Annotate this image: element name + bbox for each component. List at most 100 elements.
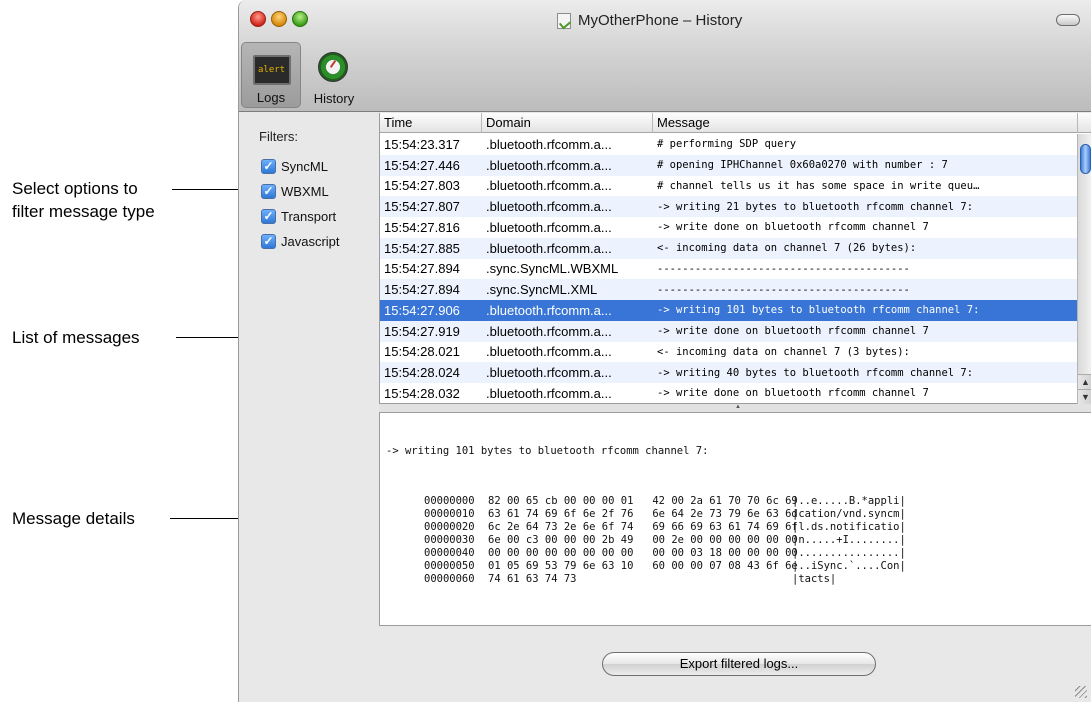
domain-cell: .bluetooth.rfcomm.a...: [486, 323, 612, 339]
history-icon: [318, 52, 348, 82]
hex-offset: 00000030: [424, 534, 475, 546]
scrollbar-thumb[interactable]: [1080, 144, 1091, 174]
hex-line: 00000030 6e 00 c3 00 00 00 2b 49 00 2e 00…: [386, 534, 1091, 547]
filter-wbxml[interactable]: ✓ WBXML: [261, 184, 329, 199]
hex-offset: 00000060: [424, 573, 475, 585]
domain-cell: .bluetooth.rfcomm.a...: [486, 136, 612, 152]
filter-transport-label: Transport: [281, 209, 337, 224]
time-cell: 15:54:27.803: [384, 178, 460, 194]
table-row[interactable]: 15:54:28.024 .bluetooth.rfcomm.a... -> wri…: [380, 362, 1078, 383]
callout-filters: Select options to filter message type: [12, 177, 155, 223]
domain-cell: .sync.SyncML.XML: [486, 282, 598, 298]
table-row[interactable]: 15:54:27.919 .bluetooth.rfcomm.a... -> wri…: [380, 320, 1078, 342]
column-message[interactable]: Message: [653, 113, 1078, 133]
filter-transport[interactable]: ✓ Transport: [261, 209, 336, 224]
hex-bytes: 6e 00 c3 00 00 00 2b 49 00 2e 00 00 00 0…: [488, 534, 798, 546]
callout-filters-line2: filter message type: [12, 202, 155, 221]
hex-ascii: |l.ds.notificatio|: [792, 521, 906, 533]
checkbox-javascript[interactable]: ✓: [261, 234, 276, 249]
hex-offset: 00000010: [424, 508, 475, 520]
time-cell: 15:54:23.317: [384, 136, 460, 152]
domain-cell: .bluetooth.rfcomm.a...: [486, 365, 612, 381]
hex-bytes: 01 05 69 53 79 6e 63 10 60 00 00 07 08 4…: [488, 560, 798, 572]
hex-line: 00000050 01 05 69 53 79 6e 63 10 60 00 00…: [386, 560, 1091, 573]
time-cell: 15:54:27.894: [384, 261, 460, 277]
toolbar-logs-button[interactable]: alert Logs: [241, 42, 301, 108]
hex-offset: 00000050: [424, 560, 475, 572]
filter-javascript[interactable]: ✓ Javascript: [261, 234, 340, 249]
message-cell: ----------------------------------------: [657, 283, 910, 296]
message-cell: -> writing 40 bytes to bluetooth rfcomm …: [657, 366, 974, 379]
table-row[interactable]: 15:54:27.803 .bluetooth.rfcomm.a... # chan…: [380, 176, 1078, 197]
time-cell: 15:54:28.021: [384, 344, 460, 360]
time-cell: 15:54:27.919: [384, 323, 460, 339]
time-cell: 15:54:27.906: [384, 302, 460, 318]
filter-syncml-label: SyncML: [281, 159, 328, 174]
message-cell: -> write done on bluetooth rfcomm channe…: [657, 221, 929, 234]
domain-cell: .bluetooth.rfcomm.a...: [486, 157, 612, 173]
column-domain[interactable]: Domain: [482, 113, 653, 133]
hex-ascii: |..e.....B.*appli|: [792, 495, 906, 507]
resize-grip-icon[interactable]: [1075, 686, 1087, 698]
hex-bytes: 74 61 63 74 73: [488, 573, 577, 585]
toolbar-toggle-icon[interactable]: [1056, 14, 1080, 26]
message-cell: -> writing 21 bytes to bluetooth rfcomm …: [657, 200, 974, 213]
message-cell: <- incoming data on channel 7 (26 bytes)…: [657, 242, 917, 255]
split-handle-icon[interactable]: [735, 404, 741, 410]
time-cell: 15:54:27.446: [384, 157, 460, 173]
checkbox-transport[interactable]: ✓: [261, 209, 276, 224]
table-row[interactable]: 15:54:27.446 .bluetooth.rfcomm.a... # open…: [380, 154, 1078, 176]
zoom-icon[interactable]: [292, 11, 308, 27]
time-cell: 15:54:27.816: [384, 219, 460, 235]
hex-bytes: 00 00 00 00 00 00 00 00 00 00 03 18 00 0…: [488, 547, 798, 559]
close-icon[interactable]: [250, 11, 266, 27]
document-icon: [557, 12, 571, 29]
hex-line: 00000040 00 00 00 00 00 00 00 00 00 00 03…: [386, 547, 1091, 560]
table-row[interactable]: 15:54:23.317 .bluetooth.rfcomm.a... # perf…: [380, 134, 1078, 155]
titlebar: MyOtherPhone – History alert Logs Histor…: [239, 0, 1091, 112]
message-cell: -> write done on bluetooth rfcomm channe…: [657, 387, 929, 400]
table-header: Time Domain Message: [380, 113, 1091, 133]
domain-cell: .bluetooth.rfcomm.a...: [486, 344, 612, 360]
toolbar-logs-label: Logs: [256, 90, 286, 105]
checkbox-syncml[interactable]: ✓: [261, 159, 276, 174]
hex-ascii: |tacts|: [792, 573, 837, 585]
hex-bytes: 63 61 74 69 6f 6e 2f 76 6e 64 2e 73 79 6…: [488, 508, 798, 520]
domain-cell: .bluetooth.rfcomm.a...: [486, 178, 612, 194]
table-body: 15:54:23.317 .bluetooth.rfcomm.a... # perf…: [380, 134, 1078, 404]
column-time[interactable]: Time: [380, 113, 482, 133]
time-cell: 15:54:28.032: [384, 385, 460, 401]
table-row[interactable]: 15:54:27.906 .bluetooth.rfcomm.a... -> wri…: [380, 300, 1078, 321]
callout-filters-line1: Select options to: [12, 179, 138, 198]
minimize-icon[interactable]: [271, 11, 287, 27]
message-cell: -> write done on bluetooth rfcomm channe…: [657, 325, 929, 338]
time-cell: 15:54:27.894: [384, 282, 460, 298]
scroll-down-icon[interactable]: ▼: [1078, 389, 1091, 404]
toolbar-history-button[interactable]: History: [303, 42, 365, 108]
table-row[interactable]: 15:54:27.894 .sync.SyncML.WBXML ----------…: [380, 259, 1078, 280]
checkbox-wbxml[interactable]: ✓: [261, 184, 276, 199]
scroll-up-icon[interactable]: ▲: [1078, 374, 1091, 389]
hex-dump: 00000000 82 00 65 cb 00 00 00 01 42 00 2a…: [386, 495, 1091, 586]
window-title: MyOtherPhone – History: [578, 12, 743, 29]
filter-wbxml-label: WBXML: [281, 184, 329, 199]
export-filtered-logs-button[interactable]: Export filtered logs...: [602, 652, 876, 676]
table-row[interactable]: 15:54:27.816 .bluetooth.rfcomm.a... -> wri…: [380, 217, 1078, 238]
hex-offset: 00000020: [424, 521, 475, 533]
time-cell: 15:54:27.885: [384, 240, 460, 256]
table-scrollbar[interactable]: ▲ ▼: [1077, 134, 1091, 404]
table-row[interactable]: 15:54:27.894 .sync.SyncML.XML ------------…: [380, 279, 1078, 300]
split-view-divider[interactable]: [379, 404, 1091, 412]
domain-cell: .bluetooth.rfcomm.a...: [486, 385, 612, 401]
time-cell: 15:54:28.024: [384, 365, 460, 381]
details-header: -> writing 101 bytes to bluetooth rfcomm…: [386, 445, 709, 457]
table-row[interactable]: 15:54:27.885 .bluetooth.rfcomm.a... <- inc…: [380, 237, 1078, 259]
table-row[interactable]: 15:54:28.032 .bluetooth.rfcomm.a... -> wri…: [380, 383, 1078, 404]
domain-cell: .bluetooth.rfcomm.a...: [486, 219, 612, 235]
message-cell: # performing SDP query: [657, 138, 797, 151]
table-row[interactable]: 15:54:27.807 .bluetooth.rfcomm.a... -> wri…: [380, 196, 1078, 217]
message-table[interactable]: Time Domain Message 15:54:23.317 .bluetoo…: [379, 113, 1091, 404]
filter-syncml[interactable]: ✓ SyncML: [261, 159, 328, 174]
message-cell: # opening IPHChannel 0x60a0270 with numb…: [657, 159, 948, 172]
table-row[interactable]: 15:54:28.021 .bluetooth.rfcomm.a... <- inc…: [380, 342, 1078, 363]
